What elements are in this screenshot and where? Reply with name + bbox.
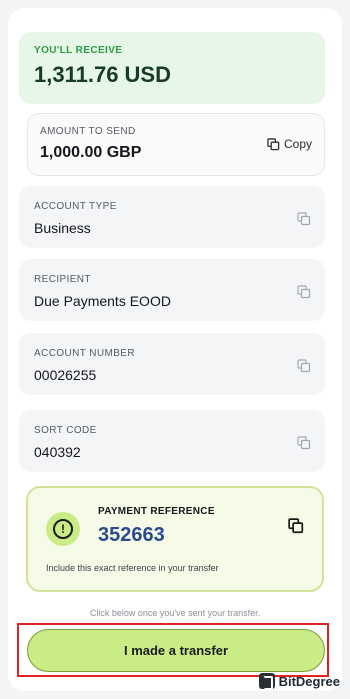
recipient-label: RECIPIENT xyxy=(34,274,91,285)
warning-icon: ! xyxy=(46,512,80,546)
sort-code-label: SORT CODE xyxy=(34,425,97,436)
sort-code-field: SORT CODE 040392 xyxy=(19,410,325,472)
copy-icon[interactable] xyxy=(297,436,311,450)
payment-reference-box: ! PAYMENT REFERENCE 352663 Include this … xyxy=(26,486,324,592)
payment-reference-label: PAYMENT REFERENCE xyxy=(98,506,215,517)
made-transfer-button[interactable]: I made a transfer xyxy=(27,629,325,672)
copy-icon[interactable] xyxy=(297,285,311,299)
account-number-label: ACCOUNT NUMBER xyxy=(34,348,135,359)
copy-icon[interactable] xyxy=(288,518,304,534)
recipient-field: RECIPIENT Due Payments EOOD xyxy=(19,259,325,321)
receive-summary: YOU'LL RECEIVE 1,311.76 USD xyxy=(19,32,325,104)
amount-to-send: AMOUNT TO SEND 1,000.00 GBP Copy xyxy=(27,113,325,176)
copy-icon[interactable] xyxy=(297,359,311,373)
amount-value: 1,000.00 GBP xyxy=(40,144,142,161)
copy-icon[interactable] xyxy=(297,212,311,226)
account-type-value: Business xyxy=(34,220,91,236)
account-number-value: 00026255 xyxy=(34,367,97,383)
account-number-field: ACCOUNT NUMBER 00026255 xyxy=(19,333,325,395)
sort-code-value: 040392 xyxy=(34,444,81,460)
bitdegree-logo-icon xyxy=(258,673,275,690)
watermark-text: BitDegree xyxy=(278,673,340,689)
watermark: BitDegree xyxy=(258,673,340,690)
copy-icon xyxy=(267,137,280,150)
instruction-note: Click below once you've sent your transf… xyxy=(89,608,261,618)
account-type-field: ACCOUNT TYPE Business xyxy=(19,186,325,248)
recipient-value: Due Payments EOOD xyxy=(34,293,171,309)
receive-label: YOU'LL RECEIVE xyxy=(34,45,123,56)
receive-amount: 1,311.76 USD xyxy=(34,62,171,87)
amount-label: AMOUNT TO SEND xyxy=(40,126,136,137)
payment-reference-value: 352663 xyxy=(98,524,165,546)
copy-amount-button[interactable]: Copy xyxy=(267,137,312,151)
copy-label: Copy xyxy=(283,137,312,151)
payment-reference-hint: Include this exact reference in your tra… xyxy=(46,563,219,573)
account-type-label: ACCOUNT TYPE xyxy=(34,201,117,212)
